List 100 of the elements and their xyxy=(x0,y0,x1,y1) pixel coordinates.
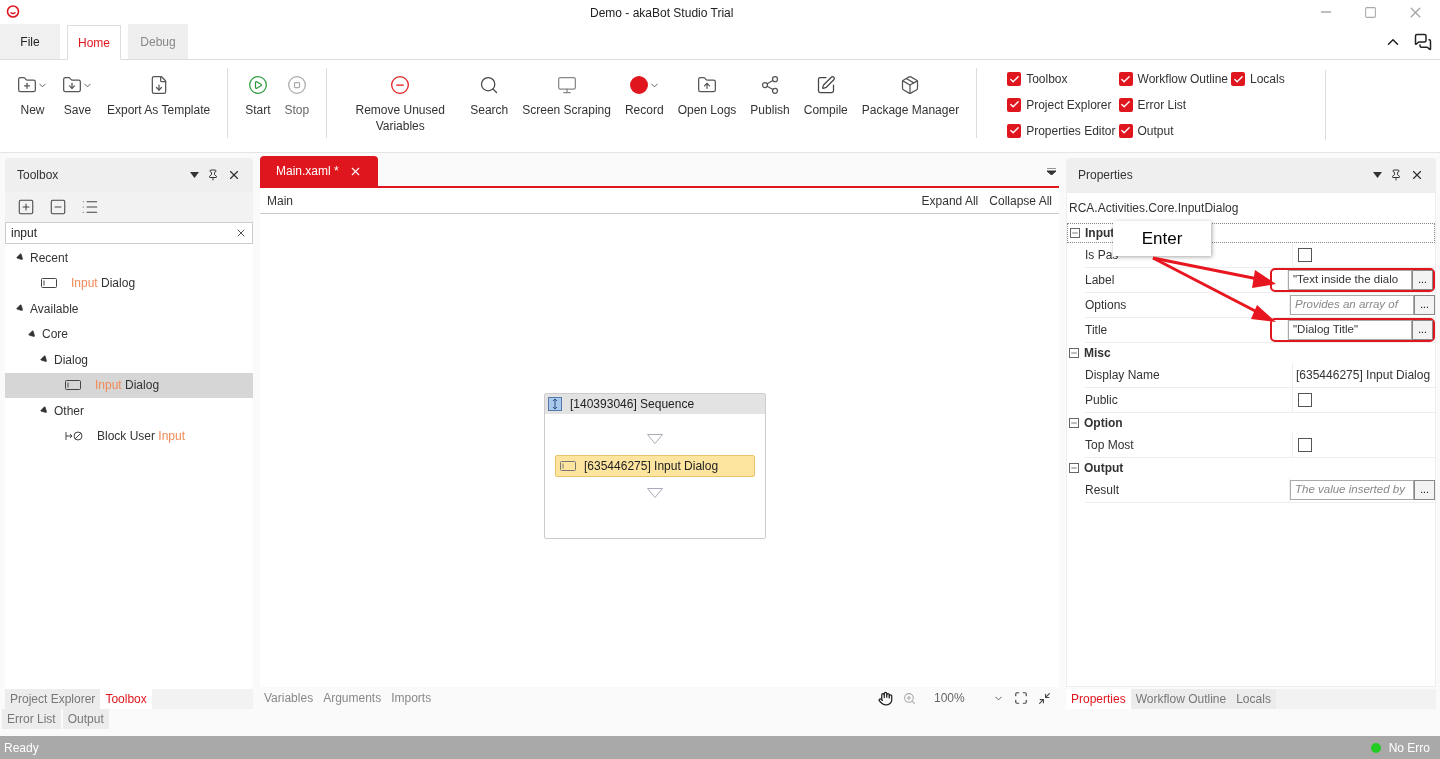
property-label: Options xyxy=(1085,297,1128,314)
expression-field[interactable]: The value inserted by xyxy=(1290,480,1414,500)
fit-screen-icon[interactable] xyxy=(1014,691,1028,705)
ribbon-button[interactable]: Record xyxy=(617,68,671,138)
ribbon-button[interactable]: Start xyxy=(238,68,278,138)
checkbox[interactable] xyxy=(1007,98,1022,112)
expression-field[interactable]: "Dialog Title" xyxy=(1288,320,1412,340)
expand-all-icon[interactable] xyxy=(17,198,35,216)
view-toggle[interactable]: Toolbox xyxy=(1007,70,1116,89)
sequence-container[interactable]: [140393046] Sequence [635446275] Input Dialog xyxy=(544,393,766,539)
chat-icon[interactable] xyxy=(1414,33,1432,51)
panel-tab[interactable]: Workflow Outline xyxy=(1130,689,1232,709)
collapse-toggle-icon[interactable] xyxy=(1069,463,1079,473)
close-icon[interactable] xyxy=(1410,168,1424,182)
expression-field[interactable]: "Text inside the dialo xyxy=(1288,270,1412,290)
hand-icon[interactable] xyxy=(878,690,893,706)
property-value[interactable]: [635446275] Input Dialog xyxy=(1293,366,1434,384)
ribbon-button[interactable]: Package Manager xyxy=(854,68,967,138)
panel-tab[interactable]: Locals xyxy=(1231,689,1276,709)
panel-tab[interactable]: Project Explorer xyxy=(5,689,101,709)
activity-block[interactable]: [635446275] Input Dialog xyxy=(555,455,755,477)
tree-item[interactable]: Available xyxy=(5,296,253,322)
checkbox[interactable] xyxy=(1007,123,1022,138)
breadcrumb[interactable]: Main xyxy=(267,191,911,210)
ellipsis-button[interactable]: ... xyxy=(1412,270,1433,290)
view-toggle[interactable]: Output xyxy=(1118,121,1228,140)
ribbon-tab[interactable]: Home xyxy=(67,25,121,60)
ribbon-button[interactable]: Publish xyxy=(743,68,797,138)
expression-field[interactable]: Provides an array of xyxy=(1290,295,1414,315)
dialog-icon xyxy=(41,278,57,289)
property-label: Top Most xyxy=(1085,437,1135,454)
checkbox[interactable] xyxy=(1231,72,1245,87)
editor-action[interactable]: Collapse All xyxy=(989,191,1052,210)
pin-icon[interactable] xyxy=(207,169,219,181)
ribbon-button[interactable]: Export As Template xyxy=(100,68,218,138)
search-field[interactable]: input xyxy=(5,222,253,244)
tab-menu-icon[interactable] xyxy=(1047,168,1056,175)
monitor-icon xyxy=(556,75,577,95)
clear-icon[interactable] xyxy=(235,227,247,239)
view-toggle[interactable]: Project Explorer xyxy=(1007,95,1116,115)
designer-tab[interactable]: Arguments xyxy=(321,689,384,707)
property-label: Public xyxy=(1085,392,1119,409)
editor-action[interactable]: Expand All xyxy=(921,191,979,210)
ellipsis-button[interactable]: ... xyxy=(1412,320,1433,340)
collapse-toggle-icon[interactable] xyxy=(1069,348,1079,358)
tree-item[interactable]: Core xyxy=(5,321,253,347)
checkbox[interactable] xyxy=(1298,248,1312,262)
designer-tab[interactable]: Variables xyxy=(262,689,316,707)
ribbon-button[interactable]: Screen Scraping xyxy=(515,68,618,138)
tree-item[interactable]: Block User Input xyxy=(5,423,253,449)
panel-tab[interactable]: Error List xyxy=(2,709,61,729)
document-tab[interactable]: Main.xaml * xyxy=(260,156,378,186)
checkbox[interactable] xyxy=(1298,438,1312,452)
drop-arrow-icon xyxy=(647,434,663,444)
ribbon-button[interactable]: Search xyxy=(463,68,516,138)
tree-item[interactable]: Dialog xyxy=(5,347,253,373)
view-toggle[interactable]: Workflow Outline xyxy=(1118,70,1228,89)
tree-item[interactable]: Input Dialog xyxy=(5,270,253,296)
checkbox[interactable] xyxy=(1298,393,1312,407)
category-header[interactable]: Misc xyxy=(1067,343,1435,363)
designer-tab[interactable]: Imports xyxy=(389,689,434,707)
tree-item[interactable]: Other xyxy=(5,398,253,424)
panel-tab[interactable]: Toolbox xyxy=(100,689,152,709)
ribbon-button[interactable]: Save xyxy=(55,68,100,138)
type-name: RCA.Activities.Core.InputDialog xyxy=(1068,200,1240,217)
ellipsis-button[interactable]: ... xyxy=(1414,480,1435,500)
ribbon-button[interactable]: New xyxy=(10,68,55,138)
panel-tab[interactable]: Properties xyxy=(1066,689,1131,709)
collapse-toggle-icon[interactable] xyxy=(1069,418,1079,428)
ellipsis-button[interactable]: ... xyxy=(1414,295,1435,315)
property-label: Title xyxy=(1085,322,1109,339)
pen-square-icon xyxy=(815,75,836,95)
checkbox[interactable] xyxy=(1118,98,1133,112)
view-toggle[interactable]: Error List xyxy=(1118,95,1228,115)
list-icon[interactable] xyxy=(81,198,99,216)
pin-icon[interactable] xyxy=(1390,169,1402,181)
panel-tab[interactable]: Output xyxy=(62,709,109,729)
ribbon-button[interactable]: Remove Unused Variables xyxy=(337,68,464,138)
collapse-all-icon[interactable] xyxy=(49,198,67,216)
checkbox[interactable] xyxy=(1118,123,1133,138)
tree-item[interactable]: Recent xyxy=(5,245,253,271)
ribbon-button[interactable]: Open Logs xyxy=(670,68,744,138)
overview-icon[interactable] xyxy=(1038,691,1051,705)
sequence-title: [140393046] Sequence xyxy=(570,396,695,413)
view-toggle[interactable]: Locals xyxy=(1231,70,1285,89)
dropdown-icon[interactable] xyxy=(190,172,199,178)
ribbon-button[interactable]: Compile xyxy=(796,68,855,138)
dropdown-icon[interactable] xyxy=(1373,172,1382,178)
category-header[interactable]: Output xyxy=(1067,458,1435,478)
view-toggle[interactable]: Properties Editor xyxy=(1007,121,1116,140)
share-icon xyxy=(760,75,781,95)
category-header[interactable]: Option xyxy=(1067,413,1435,433)
collapse-toggle-icon[interactable] xyxy=(1070,228,1080,238)
ribbon-tab[interactable]: File xyxy=(0,24,60,59)
checkbox[interactable] xyxy=(1007,72,1022,87)
checkbox[interactable] xyxy=(1118,72,1133,87)
close-icon[interactable] xyxy=(227,168,241,182)
callout-label: Enter xyxy=(1113,221,1211,256)
tree-item[interactable]: Input Dialog xyxy=(5,372,253,398)
zoom-dropdown[interactable]: 100% xyxy=(934,689,1004,707)
